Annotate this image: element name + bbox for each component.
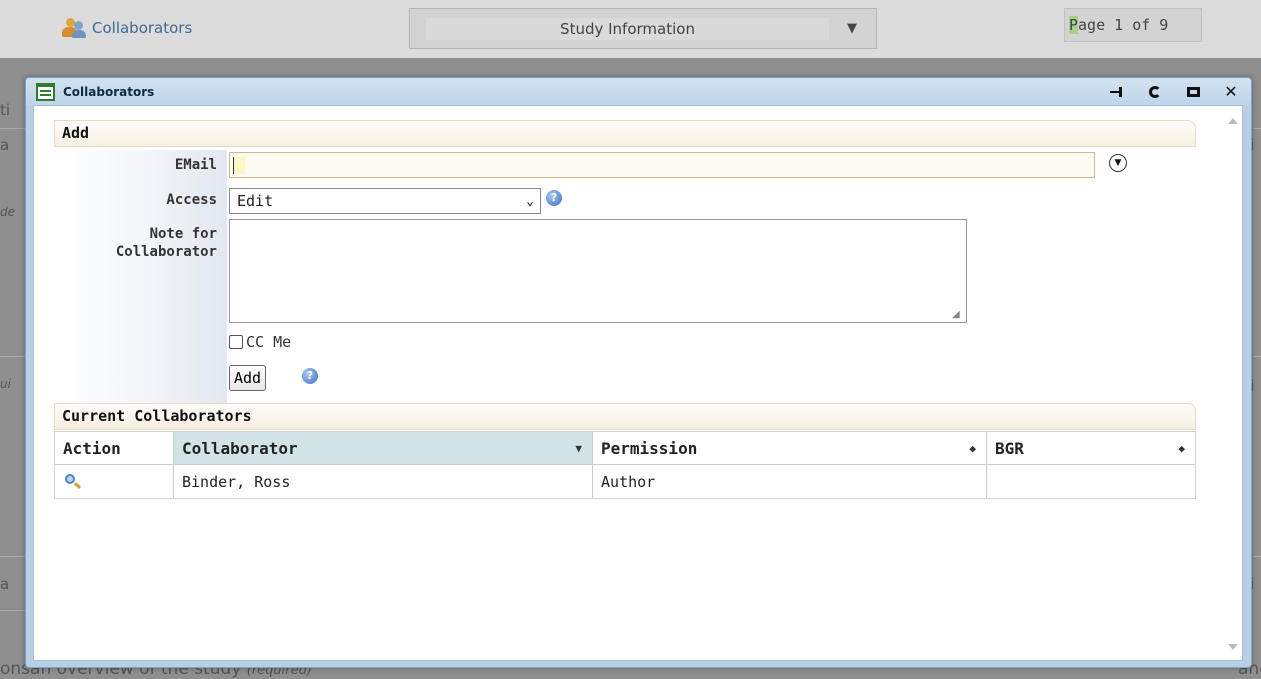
dialog-titlebar[interactable]: Collaborators ✕ [26, 78, 1251, 105]
background-edge-text: ui [0, 377, 11, 391]
background-edge-text: ti [0, 101, 11, 119]
background-divider [1253, 128, 1261, 129]
close-button[interactable]: ✕ [1223, 81, 1239, 101]
bgr-cell [987, 465, 1195, 498]
add-button[interactable]: Add [229, 365, 267, 391]
background-divider [0, 556, 25, 557]
resize-grip-icon[interactable]: ◢ [952, 309, 960, 320]
close-icon: ✕ [1224, 81, 1238, 101]
background-divider [1253, 556, 1261, 557]
maximize-icon [1186, 86, 1200, 97]
note-label-line1: Note for [149, 226, 217, 242]
scroll-up-icon[interactable] [1228, 118, 1238, 124]
table-header-row: Action Collaborator ▼ Permission ◆ BGR ◆ [55, 432, 1195, 465]
magnifier-icon[interactable] [65, 473, 82, 490]
background-edge-text: de [0, 205, 15, 219]
pin-button[interactable] [1109, 84, 1125, 100]
checkbox-icon[interactable] [229, 335, 243, 349]
collaborators-link[interactable]: Collaborators [62, 6, 192, 50]
note-label-line2: Collaborator [115, 244, 217, 260]
access-label: Access [166, 192, 217, 208]
people-icon [62, 18, 86, 38]
expand-circle-icon[interactable]: ▼ [1109, 154, 1127, 172]
sort-icon: ◆ [1178, 441, 1185, 455]
row-action-cell [55, 465, 174, 498]
background-edge-text: a [0, 575, 10, 593]
form-label-column: EMail Access Note for Collaborator [54, 150, 227, 423]
column-label: Permission [601, 438, 698, 458]
collaborators-link-label: Collaborators [92, 19, 193, 37]
column-header-action: Action [55, 432, 174, 464]
background-divider [0, 356, 25, 357]
background-divider [1253, 356, 1261, 357]
help-icon[interactable]: ? [302, 368, 318, 384]
background-divider [0, 128, 25, 129]
permission-cell: Author [593, 465, 987, 498]
email-label: EMail [174, 157, 217, 173]
email-input[interactable] [229, 152, 1095, 178]
dropdown-arrow-icon: ▼ [847, 21, 857, 36]
section-select-value: Study Information [426, 17, 829, 40]
page-indicator-highlight: P [1069, 16, 1079, 34]
column-label: BGR [995, 438, 1024, 458]
column-header-bgr[interactable]: BGR ◆ [987, 432, 1195, 464]
cc-me-checkbox[interactable]: CC Me [229, 333, 291, 351]
maximize-button[interactable] [1185, 84, 1201, 100]
dialog-title: Collaborators [63, 84, 155, 99]
column-label: Collaborator [182, 438, 298, 458]
text-cursor [233, 157, 245, 174]
background-edge-text: a [0, 136, 10, 154]
section-select[interactable]: Study Information ▼ [409, 8, 877, 49]
access-select-value: Edit [237, 192, 274, 210]
refresh-button[interactable] [1147, 84, 1163, 100]
background-divider [0, 610, 25, 611]
add-section-header: Add [54, 120, 1196, 147]
refresh-icon [1149, 85, 1161, 98]
column-header-permission[interactable]: Permission ◆ [593, 432, 987, 464]
sort-descending-icon: ▼ [575, 441, 582, 455]
cc-me-label: CC Me [246, 333, 292, 351]
collaborators-table: Action Collaborator ▼ Permission ◆ BGR ◆ Bi… [54, 431, 1196, 499]
collaborator-cell: Binder, Ross [174, 465, 593, 498]
table-row: Binder, Ross Author [55, 465, 1195, 498]
document-icon [36, 82, 55, 101]
scroll-down-icon[interactable] [1228, 644, 1238, 650]
collaborators-dialog: Collaborators ✕ Add EMail Access Note fo… [25, 77, 1252, 668]
sort-icon: ◆ [969, 441, 976, 455]
page-indicator: Page 1 of 9 [1064, 8, 1202, 42]
column-label: Action [63, 438, 121, 458]
help-icon[interactable]: ? [546, 190, 562, 206]
page-indicator-text: age 1 of 9 [1078, 16, 1169, 34]
note-textarea[interactable] [229, 219, 967, 323]
current-collaborators-header: Current Collaborators [54, 403, 1196, 430]
access-select[interactable]: Edit ⌄ [229, 188, 541, 214]
dialog-body: Add EMail Access Note for Collaborator ▼… [33, 105, 1243, 661]
vertical-scrollbar[interactable] [1225, 106, 1242, 660]
chevron-down-icon: ⌄ [526, 193, 534, 209]
column-header-collaborator[interactable]: Collaborator ▼ [174, 432, 593, 464]
pin-icon [1110, 86, 1124, 97]
